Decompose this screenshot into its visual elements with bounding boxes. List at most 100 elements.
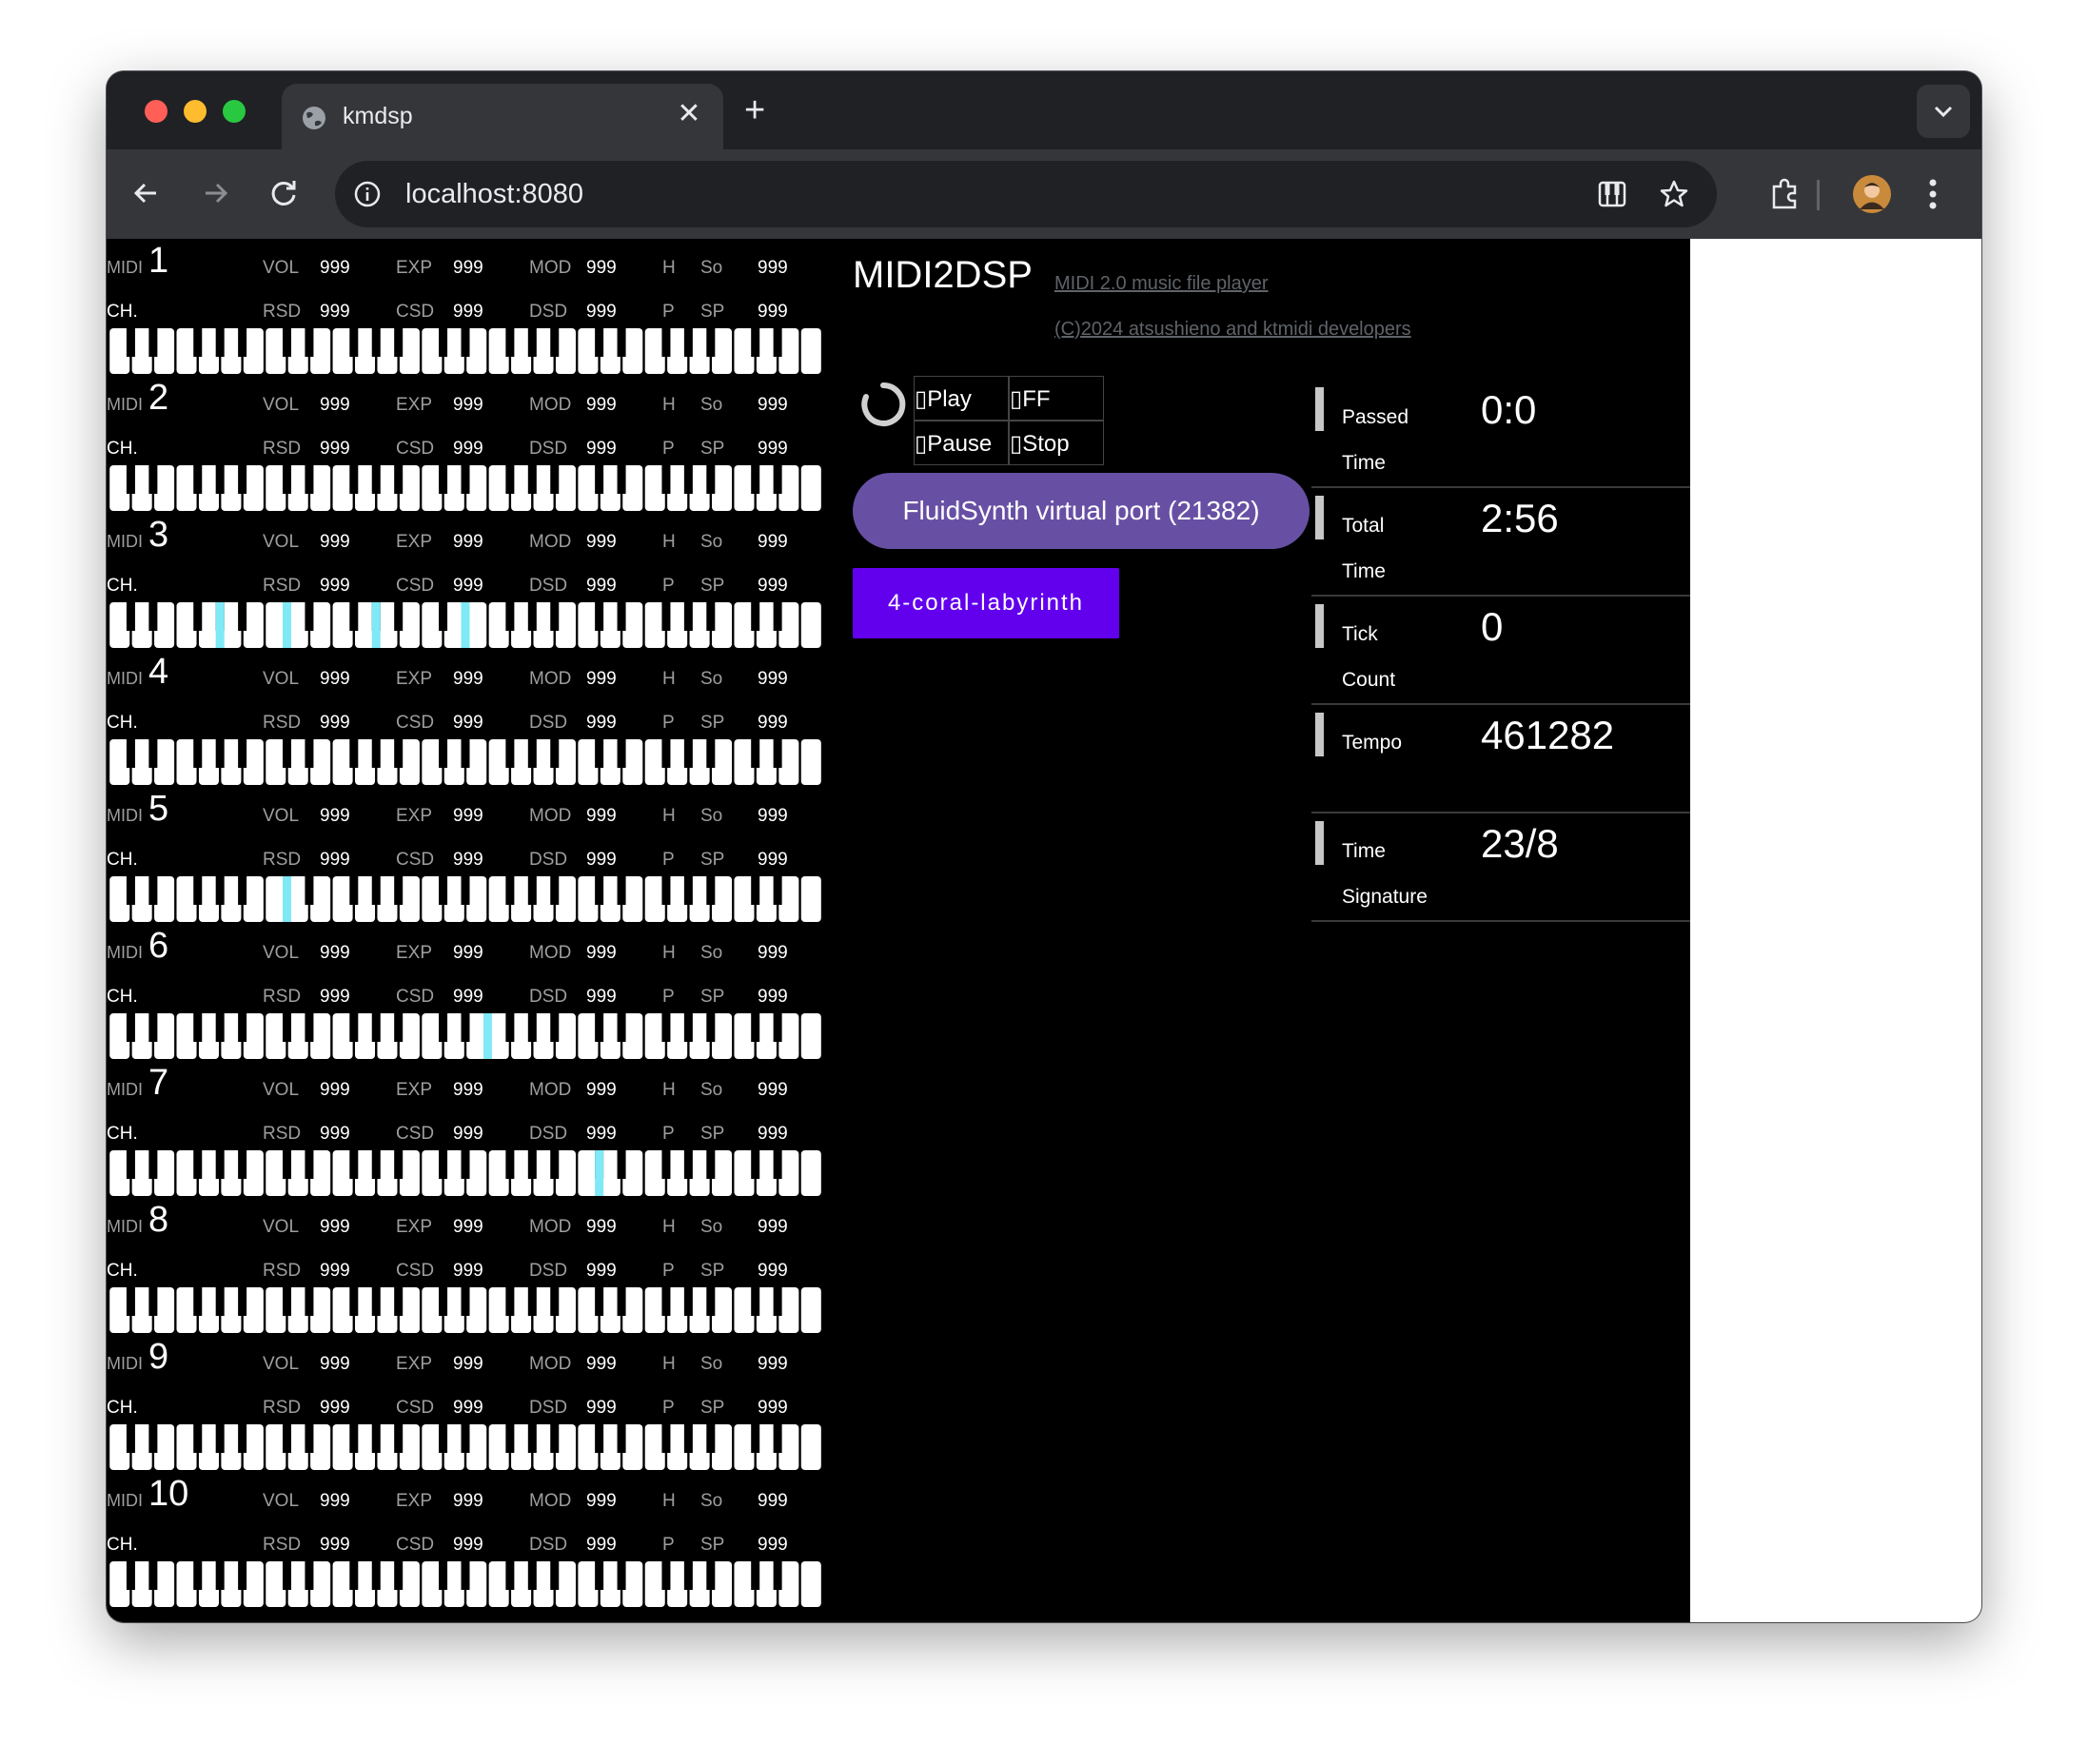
subtitle-link[interactable]: MIDI 2.0 music file player: [1054, 273, 1269, 295]
black-key[interactable]: [215, 1424, 225, 1453]
black-key[interactable]: [661, 328, 671, 357]
black-key[interactable]: [238, 602, 247, 631]
black-key[interactable]: [439, 1424, 448, 1453]
black-key[interactable]: [706, 739, 716, 768]
black-key[interactable]: [751, 876, 760, 905]
black-key[interactable]: [505, 1561, 515, 1590]
black-key[interactable]: [238, 739, 247, 768]
black-key[interactable]: [238, 1287, 247, 1316]
black-key[interactable]: [349, 1424, 359, 1453]
black-key[interactable]: [305, 1150, 314, 1179]
piano-icon[interactable]: [1597, 179, 1627, 209]
black-key[interactable]: [238, 1150, 247, 1179]
black-key[interactable]: [148, 739, 158, 768]
black-key[interactable]: [394, 739, 404, 768]
black-key[interactable]: [283, 1424, 291, 1453]
black-key[interactable]: [305, 602, 314, 631]
black-key[interactable]: [394, 1013, 404, 1042]
black-key[interactable]: [527, 876, 537, 905]
black-key[interactable]: [773, 739, 782, 768]
black-key[interactable]: [527, 1150, 537, 1179]
black-key[interactable]: [394, 1150, 404, 1179]
black-key[interactable]: [751, 1287, 760, 1316]
black-key[interactable]: [371, 1150, 381, 1179]
black-key[interactable]: [505, 328, 515, 357]
pause-button[interactable]: ▯Pause: [914, 421, 1009, 465]
play-button[interactable]: ▯Play: [914, 376, 1009, 421]
black-key[interactable]: [394, 602, 404, 631]
black-key[interactable]: [126, 1013, 135, 1042]
black-key[interactable]: [617, 602, 626, 631]
black-key[interactable]: [595, 602, 604, 631]
black-key[interactable]: [461, 1424, 470, 1453]
black-key[interactable]: [505, 1287, 515, 1316]
black-key[interactable]: [439, 1013, 448, 1042]
black-key[interactable]: [595, 328, 604, 357]
stop-button[interactable]: ▯Stop: [1009, 421, 1104, 465]
black-key[interactable]: [683, 602, 693, 631]
black-key[interactable]: [371, 876, 381, 905]
black-key[interactable]: [148, 465, 158, 494]
black-key[interactable]: [595, 1013, 604, 1042]
black-key[interactable]: [595, 739, 604, 768]
black-key[interactable]: [461, 876, 470, 905]
black-key[interactable]: [148, 328, 158, 357]
black-key[interactable]: [193, 1424, 203, 1453]
black-key[interactable]: [305, 465, 314, 494]
black-key[interactable]: [371, 1013, 381, 1042]
black-key[interactable]: [617, 876, 626, 905]
black-key[interactable]: [238, 465, 247, 494]
black-key[interactable]: [661, 876, 671, 905]
black-key[interactable]: [193, 328, 203, 357]
black-key[interactable]: [751, 328, 760, 357]
black-key[interactable]: [505, 465, 515, 494]
black-key[interactable]: [305, 1013, 314, 1042]
black-key[interactable]: [461, 739, 470, 768]
black-key[interactable]: [751, 739, 760, 768]
black-key[interactable]: [527, 739, 537, 768]
black-key[interactable]: [394, 328, 404, 357]
black-key[interactable]: [148, 602, 158, 631]
black-key[interactable]: [706, 1013, 716, 1042]
black-key[interactable]: [461, 1561, 470, 1590]
black-key[interactable]: [617, 1424, 626, 1453]
black-key[interactable]: [751, 1561, 760, 1590]
black-key[interactable]: [661, 1287, 671, 1316]
black-key[interactable]: [773, 602, 782, 631]
black-key[interactable]: [706, 876, 716, 905]
black-key[interactable]: [305, 1287, 314, 1316]
url-text[interactable]: localhost:8080: [405, 179, 583, 210]
black-key[interactable]: [439, 328, 448, 357]
black-key[interactable]: [349, 876, 359, 905]
black-key[interactable]: [595, 465, 604, 494]
black-key[interactable]: [193, 1013, 203, 1042]
black-key[interactable]: [394, 1424, 404, 1453]
black-key[interactable]: [283, 1287, 291, 1316]
black-key[interactable]: [215, 1287, 225, 1316]
black-key[interactable]: [371, 739, 381, 768]
black-key[interactable]: [148, 1561, 158, 1590]
black-key[interactable]: [193, 1150, 203, 1179]
white-key[interactable]: [800, 1424, 821, 1470]
black-key[interactable]: [550, 1150, 560, 1179]
black-key[interactable]: [283, 1013, 291, 1042]
black-key[interactable]: [550, 328, 560, 357]
black-key[interactable]: [550, 1287, 560, 1316]
black-key[interactable]: [527, 465, 537, 494]
black-key[interactable]: [527, 1287, 537, 1316]
black-key[interactable]: [661, 1561, 671, 1590]
black-key[interactable]: [238, 1424, 247, 1453]
black-key[interactable]: [773, 1561, 782, 1590]
black-key[interactable]: [683, 876, 693, 905]
black-key[interactable]: [595, 876, 604, 905]
black-key[interactable]: [505, 1013, 515, 1042]
black-key[interactable]: [238, 1561, 247, 1590]
black-key[interactable]: [550, 465, 560, 494]
black-key[interactable]: [661, 1150, 671, 1179]
black-key[interactable]: [617, 1561, 626, 1590]
black-key[interactable]: [550, 1013, 560, 1042]
maximize-window-button[interactable]: [223, 100, 246, 123]
black-key[interactable]: [505, 1424, 515, 1453]
black-key[interactable]: [305, 876, 314, 905]
black-key[interactable]: [148, 1287, 158, 1316]
